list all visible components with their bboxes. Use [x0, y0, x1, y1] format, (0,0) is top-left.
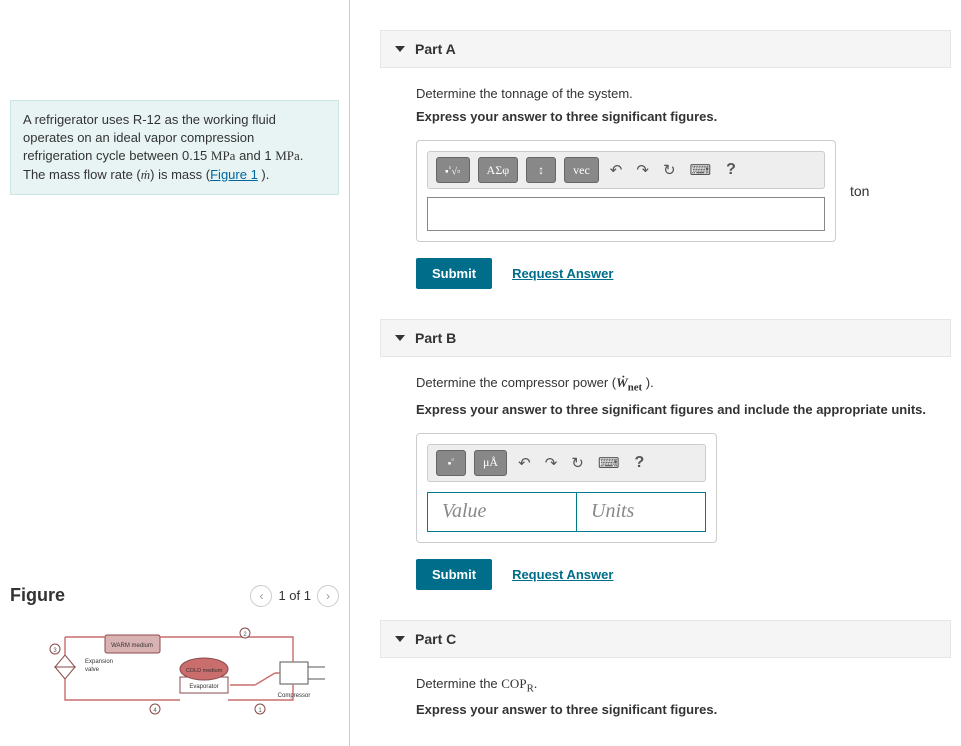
part-c-body: Determine the COPR. Express your answer … [380, 658, 951, 744]
reset-icon[interactable]: ↻ [660, 161, 679, 179]
unit-mpa: MPa [211, 148, 236, 163]
figure-section: Figure ‹ 1 of 1 › 3 2 [10, 585, 339, 727]
prev-figure-button[interactable]: ‹ [250, 585, 272, 607]
cop-symbol: COP [501, 676, 526, 691]
part-a-unit: ton [850, 183, 869, 199]
problem-text: and 1 [235, 148, 275, 163]
svg-text:Evaporator: Evaporator [189, 684, 218, 690]
keyboard-icon[interactable]: ⌨ [687, 161, 715, 179]
equation-toolbar: ▪▫ μÅ ↶ ↷ ↻ ⌨ ? [427, 444, 706, 482]
request-answer-link[interactable]: Request Answer [512, 567, 613, 582]
part-b-title: Part B [415, 330, 456, 346]
undo-icon[interactable]: ↶ [607, 161, 626, 179]
vec-tool-button[interactable]: vec [564, 157, 599, 183]
next-figure-button[interactable]: › [317, 585, 339, 607]
svg-text:WARM medium: WARM medium [111, 643, 153, 649]
figure-title: Figure [10, 585, 65, 606]
figure-link[interactable]: Figure 1 [210, 167, 258, 182]
pager-text: 1 of 1 [278, 588, 311, 603]
redo-icon[interactable]: ↷ [633, 161, 652, 179]
wnet-symbol: Ẇ [616, 375, 628, 390]
part-a-body: Determine the tonnage of the system. Exp… [380, 68, 951, 299]
arrows-tool-button[interactable]: ↕ [526, 157, 556, 183]
part-b-instruct: Express your answer to three significant… [416, 402, 937, 417]
cop-sub: R [527, 682, 534, 694]
problem-text: ) is mass ( [150, 167, 210, 182]
collapse-icon [395, 335, 405, 341]
collapse-icon [395, 636, 405, 642]
part-a-header[interactable]: Part A [380, 30, 951, 68]
problem-text: ). [258, 167, 270, 182]
part-c-header[interactable]: Part C [380, 620, 951, 658]
wnet-sub: net [628, 382, 642, 394]
units-tool-button[interactable]: μÅ [474, 450, 507, 476]
prompt-text: Determine the compressor power ( [416, 375, 616, 390]
redo-icon[interactable]: ↷ [542, 454, 561, 472]
prompt-text: . [534, 676, 538, 691]
svg-text:valve: valve [85, 667, 100, 673]
help-icon[interactable]: ? [722, 161, 740, 179]
unit-mpa: MPa [275, 148, 300, 163]
reset-icon[interactable]: ↻ [568, 454, 587, 472]
part-c-prompt: Determine the COPR. [416, 676, 937, 695]
svg-text:Compressor: Compressor [278, 693, 311, 699]
figure-pager: ‹ 1 of 1 › [250, 585, 339, 607]
part-b-prompt: Determine the compressor power (Ẇnet ). [416, 375, 937, 394]
svg-text:COLD medium: COLD medium [186, 668, 223, 674]
part-c-title: Part C [415, 631, 456, 647]
request-answer-link[interactable]: Request Answer [512, 266, 613, 281]
keyboard-icon[interactable]: ⌨ [595, 454, 623, 472]
right-column: Part A Determine the tonnage of the syst… [350, 0, 961, 746]
figure-diagram: 3 2 4 1 WARM medium COLD medium Evaporat… [10, 627, 339, 727]
part-a-instruct: Express your answer to three significant… [416, 109, 937, 124]
greek-tool-button[interactable]: ΑΣφ [478, 157, 519, 183]
part-a-prompt: Determine the tonnage of the system. [416, 86, 937, 101]
part-b-answer-box: ▪▫ μÅ ↶ ↷ ↻ ⌨ ? Value Units [416, 433, 717, 543]
template-tool-button[interactable]: ▪▫√▫ [436, 157, 470, 183]
left-column: A refrigerator uses R-12 as the working … [0, 0, 350, 746]
svg-text:Expansion: Expansion [85, 659, 113, 665]
collapse-icon [395, 46, 405, 52]
mdot-symbol: ṁ [141, 167, 150, 182]
part-a-title: Part A [415, 41, 456, 57]
units-input[interactable]: Units [576, 492, 706, 532]
equation-toolbar: ▪▫√▫ ΑΣφ ↕ vec ↶ ↷ ↻ ⌨ ? [427, 151, 825, 189]
prompt-text: ). [642, 375, 654, 390]
part-a-answer-box: ▪▫√▫ ΑΣφ ↕ vec ↶ ↷ ↻ ⌨ ? [416, 140, 836, 242]
part-a-answer-input[interactable] [427, 197, 825, 231]
help-icon[interactable]: ? [631, 454, 649, 472]
problem-statement: A refrigerator uses R-12 as the working … [10, 100, 339, 195]
part-b-body: Determine the compressor power (Ẇnet ). … [380, 357, 951, 600]
value-input[interactable]: Value [427, 492, 577, 532]
part-c-instruct: Express your answer to three significant… [416, 702, 937, 717]
undo-icon[interactable]: ↶ [515, 454, 534, 472]
submit-button[interactable]: Submit [416, 559, 492, 590]
part-b-header[interactable]: Part B [380, 319, 951, 357]
submit-button[interactable]: Submit [416, 258, 492, 289]
template-tool-button[interactable]: ▪▫ [436, 450, 466, 476]
prompt-text: Determine the [416, 676, 501, 691]
